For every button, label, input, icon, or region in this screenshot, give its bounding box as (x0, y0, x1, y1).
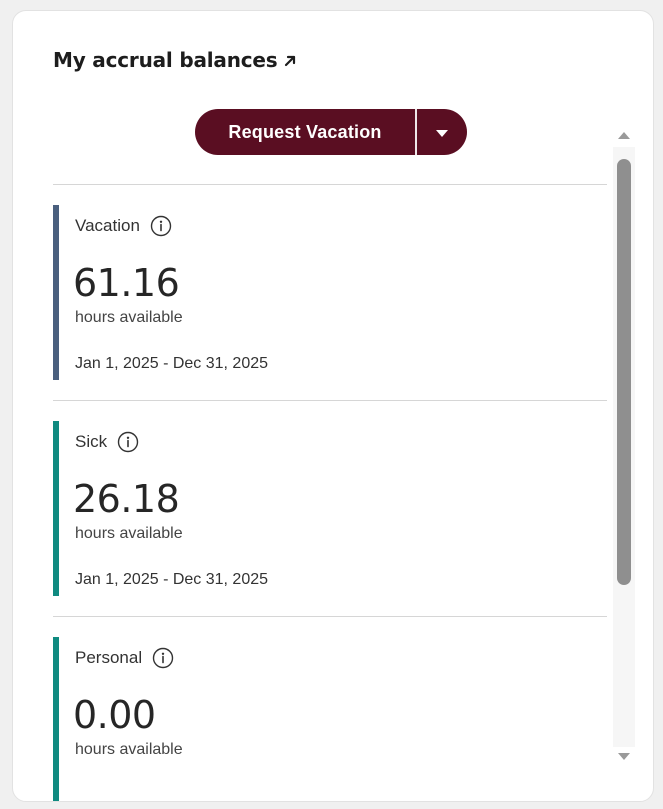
accrual-balances-card: My accrual balances Request Vacation Vac… (12, 10, 654, 802)
info-circle-icon[interactable] (117, 431, 139, 453)
request-vacation-split-button: Request Vacation (195, 109, 467, 155)
balance-value: 0.00 (73, 693, 156, 737)
balance-item-vacation: Vacation 61.16 hours available Jan 1, 20… (53, 185, 607, 401)
balance-list-scrollbar[interactable] (613, 121, 635, 779)
balance-label-row: Vacation (75, 215, 172, 237)
request-vacation-button[interactable]: Request Vacation (195, 109, 415, 155)
balance-label: Personal (75, 648, 143, 667)
balance-accent-bar (53, 421, 59, 596)
balance-label: Sick (75, 432, 108, 451)
balance-label-row: Sick (75, 431, 139, 453)
balance-period: Jan 1, 2025 - Dec 31, 2025 (75, 571, 269, 588)
card-title-link[interactable]: My accrual balances (53, 48, 297, 72)
balance-label: Vacation (75, 216, 140, 235)
info-circle-icon[interactable] (150, 215, 172, 237)
balance-unit: hours available (75, 525, 183, 542)
request-options-toggle-button[interactable] (417, 109, 467, 155)
caret-down-icon (436, 123, 448, 142)
card-title: My accrual balances (53, 48, 278, 72)
info-circle-icon[interactable] (152, 647, 174, 669)
balance-unit: hours available (75, 741, 183, 758)
balance-value: 26.18 (73, 477, 180, 521)
scrollbar-track[interactable] (613, 147, 635, 747)
balance-value: 61.16 (73, 261, 180, 305)
external-link-arrow-icon (283, 54, 297, 68)
scroll-down-arrow-icon[interactable] (617, 751, 631, 763)
balance-item-personal: Personal 0.00 hours available (53, 617, 607, 801)
balance-list: Vacation 61.16 hours available Jan 1, 20… (53, 185, 607, 801)
balance-accent-bar (53, 205, 59, 380)
balance-label-row: Personal (75, 647, 174, 669)
scroll-up-arrow-icon[interactable] (617, 129, 631, 141)
balance-period: Jan 1, 2025 - Dec 31, 2025 (75, 355, 269, 372)
split-button-divider (415, 109, 417, 155)
balance-item-sick: Sick 26.18 hours available Jan 1, 2025 -… (53, 401, 607, 617)
balance-unit: hours available (75, 309, 183, 326)
balance-accent-bar (53, 637, 59, 801)
scrollbar-thumb[interactable] (617, 159, 631, 585)
